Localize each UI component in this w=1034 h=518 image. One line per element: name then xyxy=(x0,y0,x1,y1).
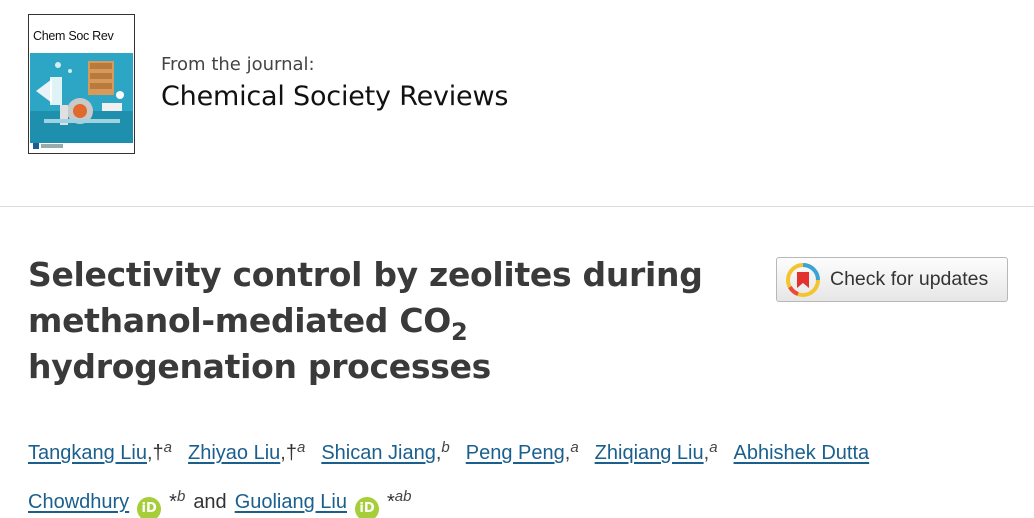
author-link[interactable]: Guoliang Liu xyxy=(235,491,347,513)
author-link[interactable]: Tangkang Liu xyxy=(28,442,147,464)
author-link[interactable]: Chowdhury xyxy=(28,491,129,513)
cover-artwork xyxy=(30,53,133,143)
journal-header: Chem Soc Rev From the journal: Chemical … xyxy=(0,0,1034,207)
title-line-2-text: methanol-mediated CO xyxy=(28,301,451,340)
author-link[interactable]: Abhishek Dutta xyxy=(734,442,870,464)
journal-cover-image[interactable]: Chem Soc Rev xyxy=(28,14,135,154)
author-link[interactable]: Zhiyao Liu xyxy=(188,442,280,464)
journal-from-label: From the journal: xyxy=(161,54,315,75)
author-list: Tangkang Liu,†a Zhiyao Liu,†a Shican Jiang… xyxy=(28,426,978,518)
check-for-updates-label: Check for updates xyxy=(830,268,989,290)
and-word: and xyxy=(193,491,227,513)
affiliation-mark: a xyxy=(709,439,718,456)
affiliation-mark: a xyxy=(570,439,579,456)
crossmark-icon xyxy=(786,262,820,297)
rsc-logo-icon xyxy=(33,143,63,149)
equal-contribution-mark: † xyxy=(285,442,297,464)
author-link[interactable]: Shican Jiang xyxy=(321,442,436,464)
orcid-icon[interactable]: iD xyxy=(355,497,379,518)
journal-name[interactable]: Chemical Society Reviews xyxy=(161,81,508,112)
corresponding-author-mark: * xyxy=(169,491,177,513)
affiliation-mark: b xyxy=(441,439,450,456)
affiliation-mark: a xyxy=(163,439,173,456)
header-divider xyxy=(0,206,1034,207)
cover-title: Chem Soc Rev xyxy=(33,29,114,43)
title-line-3: hydrogenation processes xyxy=(28,347,491,386)
affiliation-mark: b xyxy=(176,488,186,505)
equal-contribution-mark: † xyxy=(152,442,164,464)
title-line-2: methanol-mediated CO2 xyxy=(28,298,728,344)
title-subscript: 2 xyxy=(450,318,468,346)
affiliation-mark: ab xyxy=(394,488,412,505)
check-for-updates-button[interactable]: Check for updates xyxy=(776,257,1008,302)
author-link[interactable]: Zhiqiang Liu xyxy=(595,442,704,464)
corresponding-author-mark: * xyxy=(387,491,395,513)
title-line-1: Selectivity control by zeolites during xyxy=(28,255,703,294)
article-title: Selectivity control by zeolites during m… xyxy=(28,252,728,390)
orcid-icon[interactable]: iD xyxy=(137,497,162,518)
affiliation-mark: a xyxy=(296,439,306,456)
author-link[interactable]: Peng Peng xyxy=(466,442,565,464)
